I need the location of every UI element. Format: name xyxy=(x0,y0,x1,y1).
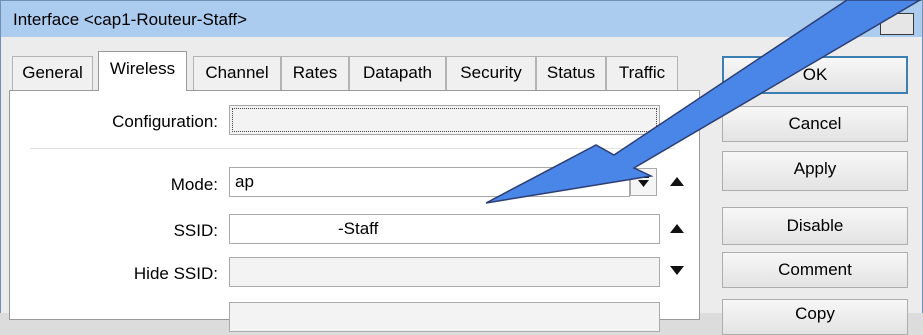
cancel-button[interactable]: Cancel xyxy=(722,106,908,142)
dropdown-arrow-icon xyxy=(638,176,649,187)
tab-label: General xyxy=(22,63,83,82)
tab-label: Channel xyxy=(205,63,269,82)
mode-label: Mode: xyxy=(170,175,218,194)
comment-button[interactable]: Comment xyxy=(722,252,908,288)
disable-button[interactable]: Disable xyxy=(722,207,908,245)
tab-security[interactable]: Security xyxy=(446,56,536,90)
apply-button[interactable]: Apply xyxy=(722,151,908,191)
hide-ssid-field[interactable] xyxy=(229,257,660,287)
tab-label: Security xyxy=(460,63,522,82)
tab-datapath[interactable]: Datapath xyxy=(349,56,446,90)
tab-status[interactable]: Status xyxy=(536,56,606,90)
copy-button[interactable]: Copy xyxy=(722,299,908,335)
tab-label: Traffic xyxy=(618,63,666,82)
window-title: Interface <cap1-Routeur-Staff> xyxy=(13,10,248,29)
tab-traffic[interactable]: Traffic xyxy=(606,56,678,90)
separator xyxy=(30,148,675,149)
down-triangle-icon[interactable] xyxy=(670,266,684,275)
mode-dropdown-button[interactable] xyxy=(630,168,657,196)
configuration-field[interactable] xyxy=(229,105,660,135)
hide-ssid-label: Hide SSID: xyxy=(133,264,218,283)
tab-channel[interactable]: Channel xyxy=(193,56,281,90)
tab-rates[interactable]: Rates xyxy=(281,56,349,90)
ssid-label: SSID: xyxy=(173,221,218,240)
tab-label: Rates xyxy=(292,63,338,82)
mode-field[interactable]: ap xyxy=(229,167,630,197)
tab-wireless[interactable]: Wireless xyxy=(98,51,187,91)
tab-label: Datapath xyxy=(363,63,432,82)
tab-label: Status xyxy=(546,63,596,82)
window-control-button[interactable] xyxy=(880,13,914,35)
up-triangle-icon[interactable] xyxy=(670,224,684,233)
ok-button[interactable]: OK xyxy=(722,56,908,94)
tab-general[interactable]: General xyxy=(12,56,93,90)
ssid-field[interactable]: -Staff xyxy=(229,214,660,244)
configuration-label: Configuration: xyxy=(112,112,218,131)
up-triangle-icon[interactable] xyxy=(670,177,684,186)
tab-label: Wireless xyxy=(109,59,176,78)
title-bar[interactable]: Interface <cap1-Routeur-Staff> xyxy=(1,1,922,37)
next-field[interactable] xyxy=(229,302,660,332)
